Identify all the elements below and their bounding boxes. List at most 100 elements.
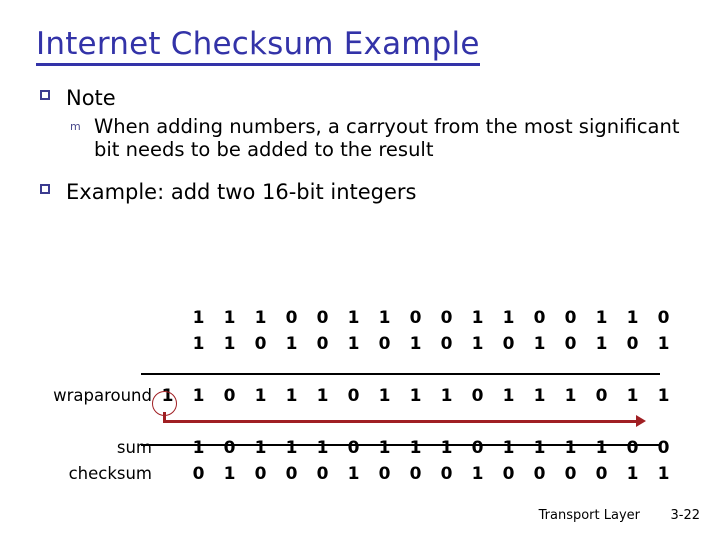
operand-row-1: 1110011001100110 [0,305,720,331]
bit: 0 [440,464,453,484]
bit: 1 [471,464,484,484]
bit: 1 [347,308,360,328]
bit: 0 [471,438,484,458]
bit: 0 [378,334,391,354]
bit: 1 [409,438,422,458]
addition-rule-top [141,373,660,375]
separator-row-1 [0,357,720,383]
checksum-label: checksum [68,464,152,483]
bit: 1 [254,438,267,458]
bit: 0 [626,438,639,458]
bit: 1 [595,438,608,458]
footer-label: Transport Layer [538,508,640,523]
bit: 0 [347,386,360,406]
bit: 0 [285,464,298,484]
bit: 1 [347,334,360,354]
bit: 1 [564,438,577,458]
bit: 1 [440,386,453,406]
bit: 1 [192,438,205,458]
bit: 1 [285,386,298,406]
checksum-row: checksum 0100010001000011 [0,461,720,487]
bullet-item-example: Example: add two 16-bit integers [36,180,686,205]
bit: 1 [595,308,608,328]
bullet-item-note: Note [36,86,686,111]
bit: 0 [223,438,236,458]
bit: 0 [409,308,422,328]
bit: 1 [471,308,484,328]
slide: Internet Checksum Example Note m When ad… [0,0,720,540]
bit: 0 [471,386,484,406]
bit: 1 [254,308,267,328]
bit: 1 [564,386,577,406]
addition-rule-bottom [141,444,660,446]
wraparound-bits: 11011101110111011 [152,383,679,409]
bullet-item-note-label: Note [66,86,116,110]
page-title-text: Internet Checksum Example [36,26,480,66]
m-bullet-icon: m [70,119,81,133]
bit: 1 [223,464,236,484]
footer-page-number: 3-22 [670,508,700,523]
bit: 1 [533,386,546,406]
bit: 1 [440,438,453,458]
bit: 0 [285,308,298,328]
operand-row-1-bits: 1110011001100110 [183,305,679,331]
bit: 1 [378,438,391,458]
bit: 0 [440,308,453,328]
bit: 0 [223,386,236,406]
bit: 1 [471,334,484,354]
sum-row: sum 1011101110111100 [0,435,720,461]
operand-row-2: 1101010101010101 [0,331,720,357]
bit: 0 [316,308,329,328]
bit: 1 [378,386,391,406]
sum-label: sum [116,438,152,457]
bit: 1 [316,438,329,458]
bullet-list: Note m When adding numbers, a carryout f… [36,86,686,208]
bit: 1 [316,386,329,406]
bit: 0 [409,464,422,484]
sub-bullet-carryout-label: When adding numbers, a carryout from the… [94,114,680,162]
bullet-item-example-label: Example: add two 16-bit integers [66,179,417,204]
bit: 0 [657,438,670,458]
bit: 1 [409,334,422,354]
footer: Transport Layer 3-22 [0,508,720,530]
carry-arrow-stem-horizontal [163,420,638,423]
carry-bit: 1 [161,386,174,406]
page-title: Internet Checksum Example [36,26,686,66]
bit: 0 [564,334,577,354]
bit: 1 [657,464,670,484]
bit: 1 [595,334,608,354]
bit: 0 [595,386,608,406]
bit: 1 [502,386,515,406]
bit: 1 [626,464,639,484]
bit: 1 [347,464,360,484]
sub-bullet-carryout: m When adding numbers, a carryout from t… [36,115,686,162]
sum-bits: 1011101110111100 [183,435,679,461]
bit: 1 [192,386,205,406]
bit: 1 [502,438,515,458]
bit: 0 [502,464,515,484]
bit: 1 [626,386,639,406]
checksum-bits: 0100010001000011 [183,461,679,487]
bit: 0 [347,438,360,458]
bit: 0 [254,334,267,354]
bit: 0 [533,308,546,328]
bit: 1 [502,308,515,328]
bit: 1 [223,308,236,328]
bit: 0 [192,464,205,484]
bit: 1 [657,386,670,406]
bit: 0 [254,464,267,484]
bit: 0 [533,464,546,484]
bullet-spacer [36,162,686,180]
bit: 1 [533,334,546,354]
bit: 0 [564,308,577,328]
bit: 0 [657,308,670,328]
bit: 0 [502,334,515,354]
bit: 0 [626,334,639,354]
bit: 1 [409,386,422,406]
bit: 1 [192,334,205,354]
binary-addition-block: 1110011001100110 1101010101010101 wrapar… [0,305,720,487]
bit: 1 [378,308,391,328]
bit: 0 [316,464,329,484]
bit: 1 [254,386,267,406]
hollow-square-bullet-icon [40,183,50,194]
